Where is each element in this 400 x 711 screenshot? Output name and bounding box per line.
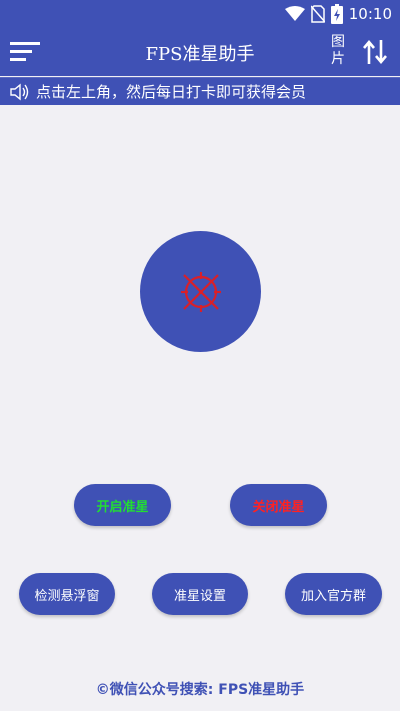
status-time: 10:10 — [348, 5, 392, 23]
picture-button[interactable]: 图 片 — [328, 34, 348, 68]
check-float-window-button[interactable]: 检测悬浮窗 — [19, 573, 115, 615]
open-crosshair-button[interactable]: 开启准星 — [74, 484, 171, 526]
close-crosshair-button[interactable]: 关闭准星 — [230, 484, 327, 526]
battery-icon — [330, 4, 343, 24]
crosshair-icon — [180, 271, 221, 312]
footer-text: ©微信公众号搜索: FPS准星助手 — [95, 682, 305, 698]
notice-bar: 点击左上角，然后每日打卡即可获得会员 — [0, 77, 400, 105]
crosshair-preview-button[interactable] — [140, 231, 261, 352]
notice-text: 点击左上角，然后每日打卡即可获得会员 — [36, 83, 307, 101]
swap-button[interactable] — [362, 38, 388, 66]
status-bar: 10:10 — [0, 0, 400, 28]
picture-label-line1: 图 — [331, 34, 345, 50]
picture-label-line2: 片 — [331, 51, 345, 67]
hamburger-menu-icon — [10, 42, 40, 61]
app-bar: FPS准星助手 图 片 — [0, 28, 400, 76]
speaker-icon — [10, 83, 29, 100]
swap-vertical-icon — [363, 39, 387, 65]
no-sim-icon — [310, 5, 325, 23]
crosshair-settings-button[interactable]: 准星设置 — [152, 573, 248, 615]
wifi-icon — [284, 6, 305, 22]
menu-button[interactable] — [10, 40, 42, 64]
join-group-button[interactable]: 加入官方群 — [285, 573, 382, 615]
